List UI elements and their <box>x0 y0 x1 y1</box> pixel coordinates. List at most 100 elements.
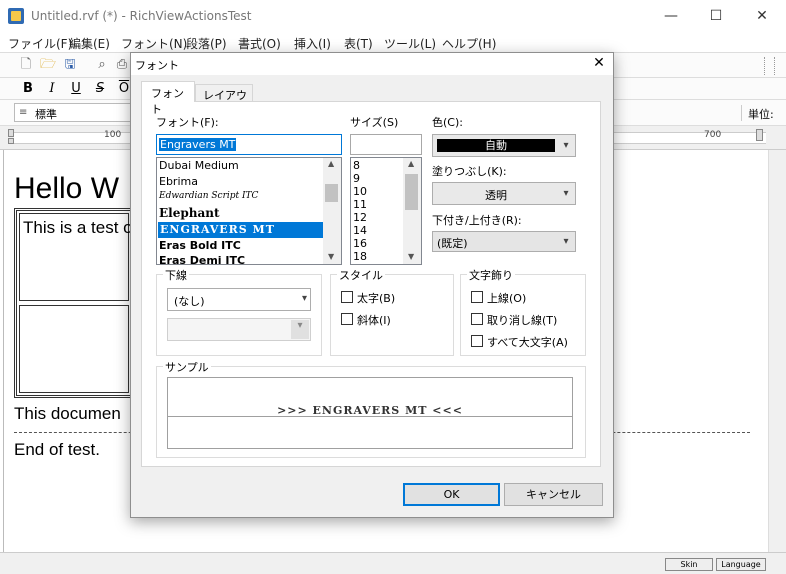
effects-group: 文字飾り 上線(O) 取り消し線(T) すべて大文字(A) <box>460 267 586 356</box>
open-folder-icon[interactable]: 🗁 <box>40 57 56 73</box>
tab-layout[interactable]: レイアウト <box>195 84 253 118</box>
menu-paragraph[interactable]: 段落(P) <box>186 35 227 52</box>
toolbar-separator <box>764 57 765 75</box>
ruler-right-indent-marker[interactable] <box>756 129 763 141</box>
size-list[interactable]: 8 9 10 11 12 14 16 18 ▲ ▼ <box>350 157 422 265</box>
app-icon <box>8 8 24 24</box>
menu-table[interactable]: 表(T) <box>344 35 373 52</box>
allcaps-checkbox-label: すべて大文字(A) <box>487 336 568 349</box>
vertical-scrollbar[interactable] <box>768 150 786 552</box>
underline-button[interactable]: U <box>68 81 84 97</box>
underline-color-combo[interactable]: ▾ <box>167 318 311 341</box>
size-list-item[interactable]: 11 <box>353 198 367 211</box>
bold-button[interactable]: B <box>20 81 36 97</box>
overline-checkbox-label: 上線(O) <box>487 292 527 305</box>
menu-edit[interactable]: 編集(E) <box>69 35 110 52</box>
language-button[interactable]: Language <box>716 558 766 571</box>
subsup-label: 下付き/上付き(R): <box>432 214 522 227</box>
table-cell[interactable]: This is a test o <box>19 213 133 301</box>
cancel-button[interactable]: キャンセル <box>504 483 603 506</box>
menu-tools[interactable]: ツール(L) <box>384 35 436 52</box>
skin-button[interactable]: Skin <box>665 558 713 571</box>
tab-font[interactable]: フォント <box>141 81 195 116</box>
size-list-item[interactable]: 8 <box>353 159 360 172</box>
italic-button[interactable]: I <box>44 81 60 97</box>
size-list-item[interactable]: 12 <box>353 211 367 224</box>
strikethrough-checkbox[interactable] <box>471 313 483 325</box>
maximize-button[interactable]: ☐ <box>693 0 739 32</box>
ruler-indent-marker[interactable] <box>8 129 14 137</box>
doc-paragraph: This documen <box>14 404 121 423</box>
fill-combo[interactable]: 透明 ▾ <box>432 182 576 205</box>
ruler-indent-marker[interactable] <box>8 138 14 144</box>
subsup-combo[interactable]: (既定) ▾ <box>432 231 576 252</box>
print-preview-icon[interactable]: ⌕ <box>94 57 110 73</box>
font-list-item[interactable]: Edwardian Script ITC <box>159 191 258 201</box>
italic-checkbox[interactable] <box>341 313 353 325</box>
menu-file[interactable]: ファイル(F) <box>8 35 72 52</box>
size-input[interactable] <box>350 134 422 155</box>
scroll-down-icon[interactable]: ▼ <box>408 252 414 261</box>
effects-group-title: 文字飾り <box>467 267 515 283</box>
menu-font[interactable]: フォント(N) <box>121 35 187 52</box>
font-list-scrollbar[interactable]: ▲ ▼ <box>323 158 341 264</box>
size-list-item[interactable]: 18 <box>353 250 367 263</box>
chevron-down-icon[interactable]: ▾ <box>557 135 575 156</box>
menu-bar: ファイル(F) 編集(E) フォント(N) 段落(P) 書式(O) 挿入(I) … <box>0 32 786 52</box>
scroll-up-icon[interactable]: ▲ <box>408 159 414 168</box>
new-document-icon[interactable]: 🗋 <box>18 57 34 73</box>
menu-insert[interactable]: 挿入(I) <box>294 35 331 52</box>
size-list-item[interactable]: 14 <box>353 224 367 237</box>
close-button[interactable]: ✕ <box>739 0 785 32</box>
chevron-down-icon[interactable]: ▾ <box>557 183 575 204</box>
font-list-selection[interactable]: ENGRAVERS MT <box>158 222 323 238</box>
dialog-close-button[interactable]: ✕ <box>587 55 611 73</box>
sample-preview: >>> ENGRAVERS MT <<< <box>167 377 573 449</box>
menu-help[interactable]: ヘルプ(H) <box>442 35 496 52</box>
scroll-down-icon[interactable]: ▼ <box>328 252 334 261</box>
color-combo[interactable]: 自動 ▾ <box>432 134 576 157</box>
paragraph-style-value: 標準 <box>35 108 57 121</box>
paragraph-style-icon: ≡ <box>19 107 28 118</box>
cell-text: This is a test o <box>23 218 133 237</box>
font-name-input[interactable]: Engravers MT <box>156 134 342 155</box>
color-swatch: 自動 <box>437 139 555 152</box>
underline-group: 下線 (なし) ▾ ▾ <box>156 267 322 356</box>
scroll-up-icon[interactable]: ▲ <box>328 159 334 168</box>
font-list-item[interactable]: Elephant <box>159 206 220 220</box>
size-list-item[interactable]: 16 <box>353 237 367 250</box>
menu-format[interactable]: 書式(O) <box>238 35 281 52</box>
ruler-tick-label: 700 <box>704 130 722 140</box>
font-list-item[interactable]: Eras Demi ITC <box>159 254 245 264</box>
sample-text: >>> ENGRAVERS MT <<< <box>277 404 463 417</box>
strikethrough-button[interactable]: S <box>92 81 108 97</box>
ok-button[interactable]: OK <box>403 483 500 506</box>
toolbar-separator <box>741 105 742 121</box>
print-icon[interactable]: ⎙ <box>114 57 130 73</box>
scroll-thumb[interactable] <box>325 184 338 202</box>
bold-checkbox[interactable] <box>341 291 353 303</box>
size-list-scrollbar[interactable]: ▲ ▼ <box>403 158 421 264</box>
size-list-item[interactable]: 10 <box>353 185 367 198</box>
save-icon[interactable]: 🖫 <box>62 57 78 73</box>
overline-checkbox[interactable] <box>471 291 483 303</box>
size-list-item[interactable]: 9 <box>353 172 360 185</box>
minimize-button[interactable]: — <box>648 0 694 32</box>
fill-label: 塗りつぶし(K): <box>432 165 507 178</box>
chevron-down-icon[interactable]: ▾ <box>302 293 307 304</box>
font-list-item[interactable]: Eras Bold ITC <box>159 239 241 252</box>
underline-combo[interactable]: (なし) ▾ <box>167 288 311 311</box>
strikethrough-checkbox-label: 取り消し線(T) <box>487 314 558 327</box>
font-list-item[interactable]: Dubai Medium <box>159 159 239 172</box>
chevron-down-icon[interactable]: ▾ <box>557 232 575 251</box>
table-cell[interactable] <box>19 305 129 393</box>
doc-heading: Hello W <box>14 172 120 205</box>
dialog-title: フォント <box>135 59 179 72</box>
font-list[interactable]: Dubai Medium Ebrima Edwardian Script ITC… <box>156 157 342 265</box>
allcaps-checkbox[interactable] <box>471 335 483 347</box>
unit-label: 単位: <box>748 108 774 121</box>
chevron-down-icon[interactable]: ▾ <box>291 320 309 339</box>
paragraph-style-combo[interactable]: ≡ 標準 <box>14 103 134 122</box>
font-list-item[interactable]: Ebrima <box>159 175 198 188</box>
scroll-thumb[interactable] <box>405 174 418 210</box>
